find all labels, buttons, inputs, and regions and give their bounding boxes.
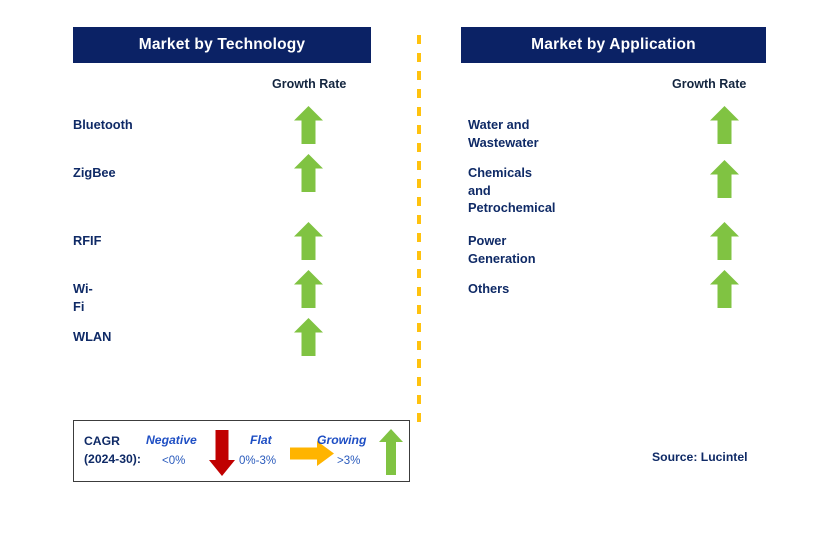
row-label-zigbee: ZigBee	[73, 165, 116, 180]
row-label-power-generation: Power Generation	[468, 233, 536, 266]
arrow-up-green-icon	[710, 106, 739, 144]
panel-title-application: Market by Application	[531, 36, 696, 53]
row-label-chemicals-and-petrochemical: Chemicals and Petrochemical	[468, 165, 556, 216]
legend-term-growing: Growing	[317, 433, 367, 447]
growth-rate-caption-application: Growth Rate	[672, 77, 747, 91]
panel-header-technology: Market by Technology	[73, 27, 371, 63]
row-label-wlan: WLAN	[73, 329, 112, 344]
row-label-rfif: RFIF	[73, 233, 102, 248]
legend-cagr-label: CAGR (2024-30):	[84, 434, 141, 466]
row-label-others: Others	[468, 281, 510, 296]
legend-range-negative: <0%	[162, 455, 186, 467]
arrow-up-green-icon	[710, 222, 739, 260]
arrow-up-green-icon	[294, 270, 323, 308]
arrow-up-green-icon	[379, 429, 403, 475]
arrow-up-green-icon	[294, 222, 323, 260]
row-label-wifi: Wi-Fi	[73, 281, 93, 314]
legend-box: CAGR (2024-30): Negative <0% Flat 0%-3% …	[73, 420, 410, 482]
row-label-water-and-wastewater: Water and Wastewater	[468, 117, 539, 150]
arrow-up-green-icon	[294, 154, 323, 192]
arrow-up-green-icon	[294, 106, 323, 144]
legend-term-negative: Negative	[146, 433, 197, 447]
legend-term-flat: Flat	[250, 433, 272, 447]
arrow-up-green-icon	[710, 270, 739, 308]
arrow-up-green-icon	[710, 160, 739, 198]
growth-rate-caption-technology: Growth Rate	[272, 77, 347, 91]
arrow-down-red-icon	[209, 430, 235, 476]
arrow-up-green-icon	[294, 318, 323, 356]
row-label-bluetooth: Bluetooth	[73, 117, 133, 132]
legend-range-growing: >3%	[337, 455, 361, 467]
panel-header-application: Market by Application	[461, 27, 766, 63]
source-note: Source: Lucintel	[652, 450, 748, 464]
panel-divider	[417, 35, 421, 427]
panel-title-technology: Market by Technology	[138, 36, 306, 53]
legend-range-flat: 0%-3%	[239, 455, 277, 467]
